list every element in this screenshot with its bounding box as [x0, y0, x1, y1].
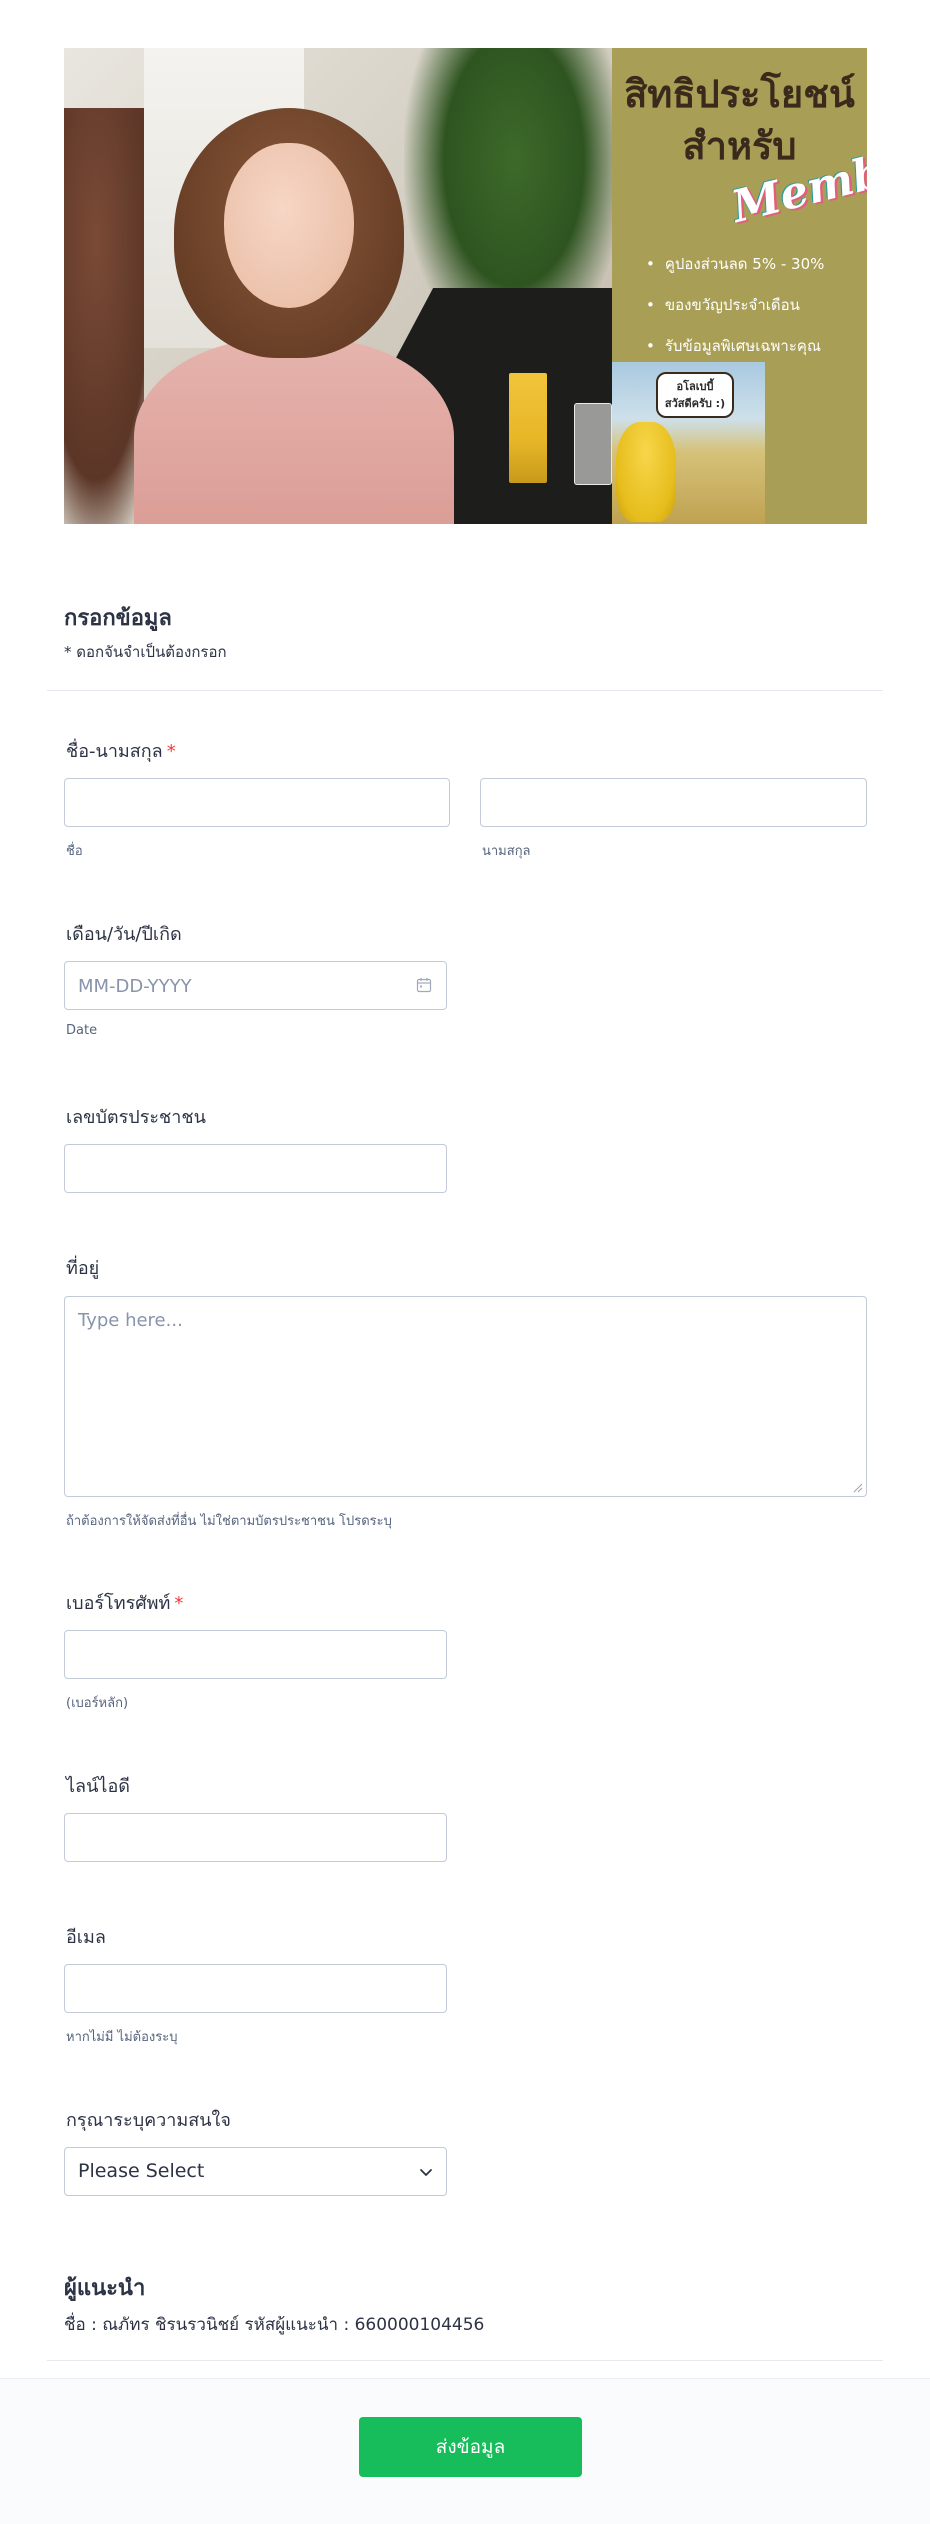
- submit-button[interactable]: ส่งข้อมูล: [359, 2417, 582, 2477]
- aloe-drink-carton: [509, 373, 547, 483]
- required-mark: *: [166, 741, 176, 762]
- banner-title-line1: สิทธิประโยชน์: [624, 72, 855, 116]
- banner-woman-face: [224, 143, 354, 308]
- phone-input[interactable]: [64, 1630, 447, 1679]
- email-label: อีเมล: [66, 1927, 106, 1948]
- banner-benefit-item: รับข้อมูลพิเศษเฉพาะคุณ: [646, 326, 824, 367]
- line-id-label: ไลน์ไอดี: [66, 1776, 130, 1797]
- phone-sublabel: (เบอร์หลัก): [66, 1696, 129, 1711]
- referrer-title: ผู้แนะนำ: [64, 2276, 146, 2301]
- calendar-icon[interactable]: [416, 977, 432, 993]
- referrer-divider: [47, 2360, 883, 2361]
- id-card-input[interactable]: [64, 1144, 447, 1193]
- form-subtitle: * ดอกจันจำเป็นต้องกรอก: [64, 643, 227, 661]
- email-input[interactable]: [64, 1964, 447, 2013]
- banner-benefit-item: คูปองส่วนลด 5% - 30%: [646, 244, 825, 285]
- banner-benefit-item: ของขวัญประจำเดือน: [646, 285, 824, 326]
- bubble-line1: อโลเบบี้: [676, 380, 714, 393]
- mascot-speech-bubble: อโลเบบี้ สวัสดีครับ :): [656, 372, 734, 418]
- name-label: ชื่อ-นามสกุล *: [66, 736, 176, 765]
- bubble-line2: สวัสดีครับ :): [664, 397, 726, 410]
- interest-selected-value: Please Select: [78, 2160, 205, 2182]
- phone-label-text: เบอร์โทรศัพท์: [66, 1593, 171, 1614]
- banner-photo: [64, 48, 612, 524]
- banner-glass: [574, 403, 612, 485]
- birthdate-sublabel: Date: [66, 1023, 98, 1038]
- chevron-down-icon[interactable]: [418, 2164, 434, 2180]
- form-footer: ส่งข้อมูล: [0, 2378, 930, 2524]
- phone-label: เบอร์โทรศัพท์ *: [66, 1588, 183, 1617]
- email-sublabel: หากไม่มี ไม่ต้องระบุ: [66, 2030, 178, 2045]
- birthdate-input[interactable]: MM-DD-YYYY: [64, 961, 447, 1010]
- header-divider: [47, 690, 883, 691]
- first-name-input[interactable]: [64, 778, 450, 827]
- line-id-input[interactable]: [64, 1813, 447, 1862]
- address-textarea[interactable]: Type here...: [64, 1296, 867, 1497]
- form-title: กรอกข้อมูล: [64, 606, 172, 631]
- referrer-info: ชื่อ : ณภัทร ชิรนรวนิชย์ รหัสผู้แนะนำ : …: [64, 2315, 485, 2335]
- member-benefits-banner: สิทธิประโยชน์ สำหรับ Member คูปองส่วนลด …: [64, 48, 867, 524]
- banner-promo-panel: สิทธิประโยชน์ สำหรับ Member คูปองส่วนลด …: [612, 48, 867, 524]
- birthdate-label: เดือน/วัน/ปีเกิด: [66, 924, 182, 945]
- banner-benefit-list: คูปองส่วนลด 5% - 30% ของขวัญประจำเดือน ร…: [646, 244, 825, 367]
- interest-select[interactable]: Please Select: [64, 2147, 447, 2196]
- birthdate-placeholder: MM-DD-YYYY: [78, 976, 192, 997]
- banner-person-left: [64, 108, 144, 524]
- first-name-sublabel: ชื่อ: [66, 844, 83, 859]
- interest-label: กรุณาระบุความสนใจ: [66, 2110, 231, 2131]
- address-sublabel: ถ้าต้องการให้จัดส่งที่อื่น ไม่ใช่ตามบัตร…: [66, 1514, 392, 1529]
- last-name-input[interactable]: [480, 778, 867, 827]
- resize-handle-icon[interactable]: [853, 1483, 863, 1493]
- banner-title: สิทธิประโยชน์ สำหรับ: [612, 68, 867, 172]
- mascot-icon: [616, 422, 676, 522]
- id-card-label: เลขบัตรประชาชน: [66, 1107, 206, 1128]
- address-label: ที่อยู่: [66, 1258, 100, 1279]
- banner-field-image: อโลเบบี้ สวัสดีครับ :): [612, 362, 765, 524]
- banner-woman-top: [134, 338, 454, 524]
- form-page: สิทธิประโยชน์ สำหรับ Member คูปองส่วนลด …: [0, 0, 930, 2524]
- address-placeholder: Type here...: [78, 1310, 183, 1331]
- required-mark: *: [174, 1593, 184, 1614]
- name-label-text: ชื่อ-นามสกุล: [66, 741, 163, 762]
- last-name-sublabel: นามสกุล: [482, 844, 531, 859]
